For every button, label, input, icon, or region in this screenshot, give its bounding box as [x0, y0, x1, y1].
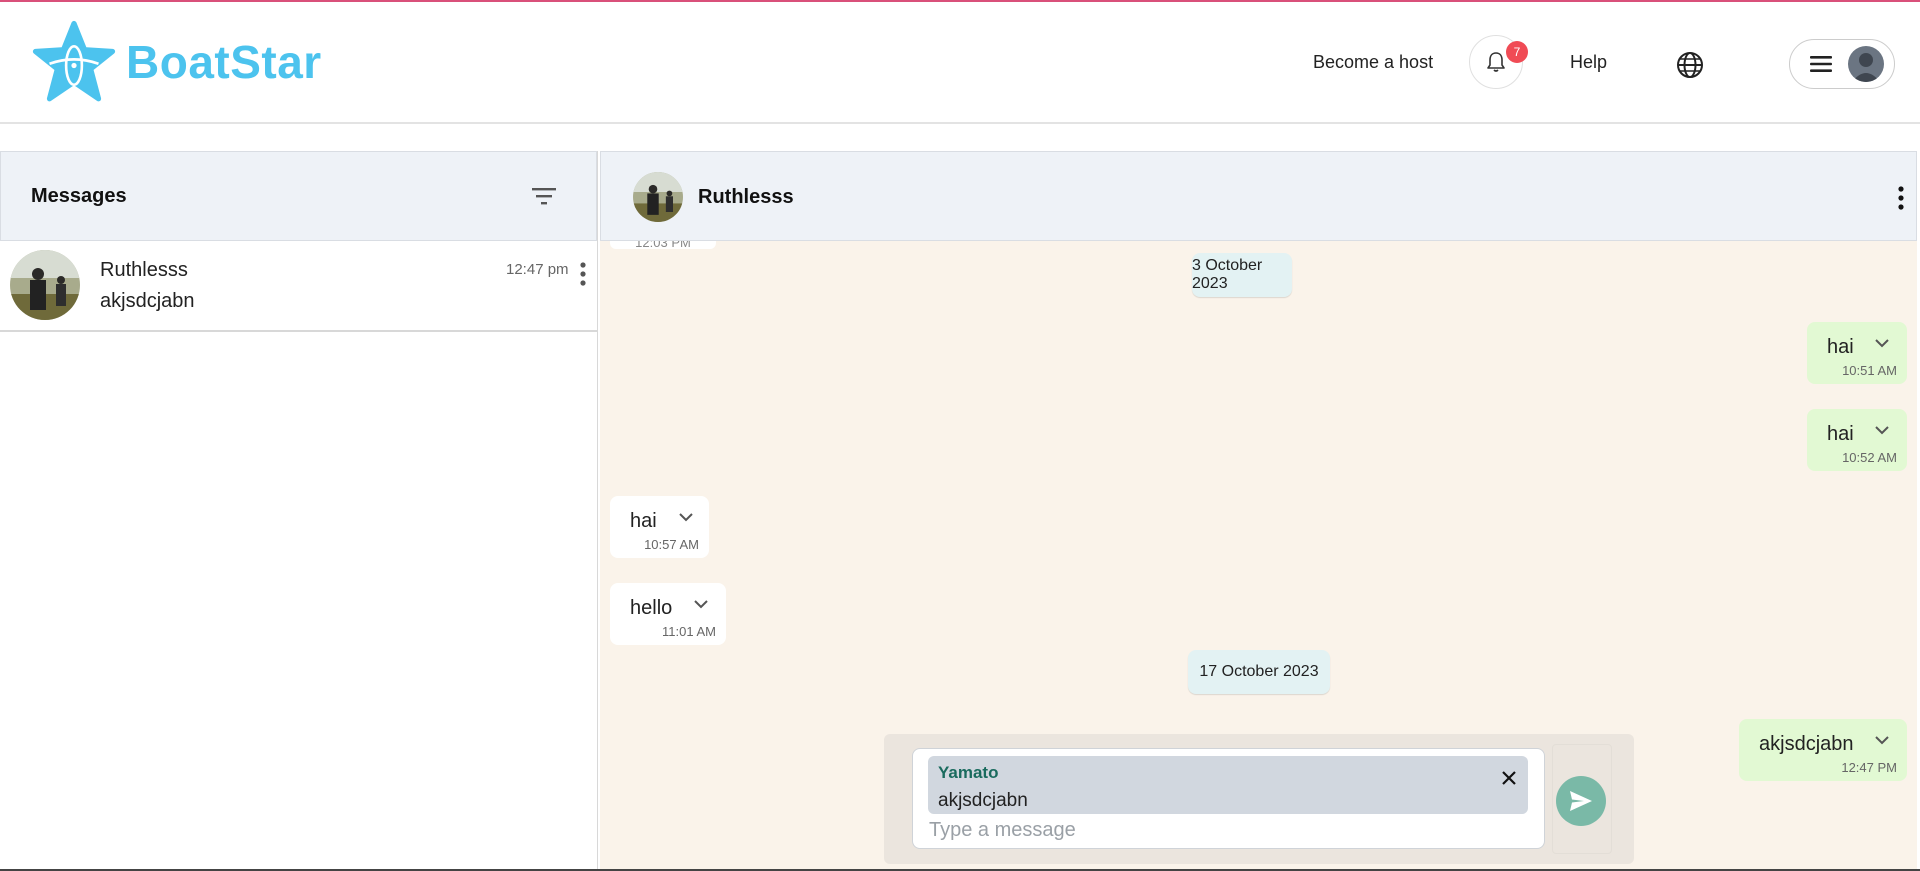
chevron-down-icon[interactable] — [677, 508, 695, 526]
date-separator: 17 October 2023 — [1188, 650, 1330, 694]
chevron-down-icon[interactable] — [1873, 421, 1891, 439]
chevron-down-icon[interactable] — [692, 595, 710, 613]
message-composer: Yamato akjsdcjabn Type a message — [884, 734, 1634, 864]
message-bubble-outgoing[interactable]: hai 10:51 AM — [1807, 322, 1907, 384]
messages-title: Messages — [31, 184, 127, 207]
conversation-item[interactable]: Ruthlesss akjsdcjabn 12:47 pm — [0, 241, 597, 332]
chevron-down-icon[interactable] — [1873, 334, 1891, 352]
message-text: akjsdcjabn — [1759, 733, 1854, 755]
notifications-button[interactable]: 7 — [1469, 35, 1528, 89]
close-icon[interactable] — [1500, 769, 1518, 787]
conversations-header: Messages — [0, 151, 597, 241]
conversation-last-message: akjsdcjabn — [100, 290, 195, 312]
conversation-name: Ruthlesss — [100, 259, 188, 281]
message-input-box[interactable]: Yamato akjsdcjabn Type a message — [912, 748, 1545, 849]
reply-preview: Yamato akjsdcjabn — [928, 756, 1528, 814]
message-bubble-outgoing[interactable]: akjsdcjabn 12:47 PM — [1739, 719, 1907, 781]
star-boat-logo-icon — [32, 20, 116, 102]
help-link[interactable]: Help — [1570, 52, 1607, 73]
send-button[interactable] — [1556, 776, 1606, 826]
become-host-link[interactable]: Become a host — [1313, 52, 1433, 73]
chat-header: Ruthlesss — [600, 151, 1917, 241]
chat-more-icon[interactable] — [1894, 185, 1908, 211]
message-bubble-incoming[interactable]: hai 10:57 AM — [610, 496, 709, 558]
user-silhouette-icon — [1852, 53, 1880, 82]
message-time: 10:52 AM — [1842, 450, 1897, 465]
bell-icon — [1487, 52, 1505, 72]
globe-icon[interactable] — [1675, 50, 1705, 80]
chat-contact-name: Ruthlesss — [698, 186, 794, 208]
message-time: 12:47 PM — [1841, 760, 1897, 775]
chevron-down-icon[interactable] — [1873, 731, 1891, 749]
brand-logo[interactable]: BoatStar — [30, 20, 322, 104]
send-icon — [1570, 791, 1592, 811]
message-input[interactable]: Type a message — [929, 819, 1076, 842]
brand-name: BoatStar — [126, 36, 322, 88]
message-text: hai — [1827, 423, 1854, 445]
conversation-time: 12:47 pm — [506, 261, 569, 278]
message-time: 11:01 AM — [662, 624, 716, 639]
partial-message-time: 12:03 PM — [610, 241, 716, 250]
notification-count-badge: 7 — [1506, 41, 1528, 63]
reply-preview-text: akjsdcjabn — [938, 790, 1028, 811]
message-text: hai — [1827, 336, 1854, 358]
message-time: 10:57 AM — [644, 537, 699, 552]
conversation-more-icon[interactable] — [576, 259, 590, 289]
filter-icon[interactable] — [532, 187, 556, 205]
message-text: hai — [630, 510, 657, 532]
message-text: hello — [630, 597, 673, 619]
message-time: 10:51 AM — [1842, 363, 1897, 378]
chat-panel: Ruthlesss 12:03 PM 3 October 2023 hai 10… — [600, 151, 1917, 871]
chat-contact-avatar — [633, 172, 683, 222]
message-bubble-outgoing[interactable]: hai 10:52 AM — [1807, 409, 1907, 471]
user-avatar — [1848, 46, 1884, 82]
hamburger-menu-icon — [1810, 56, 1832, 72]
reply-preview-name: Yamato — [938, 763, 999, 782]
date-separator: 3 October 2023 — [1192, 253, 1292, 297]
conversations-panel: Messages Ruthlesss akjsdcjabn 12:47 pm — [0, 151, 598, 871]
message-bubble-incoming[interactable]: hello 11:01 AM — [610, 583, 726, 645]
user-menu-button[interactable] — [1789, 39, 1895, 89]
conversation-avatar — [10, 250, 80, 320]
site-header: BoatStar Become a host 7 Help — [0, 2, 1920, 124]
